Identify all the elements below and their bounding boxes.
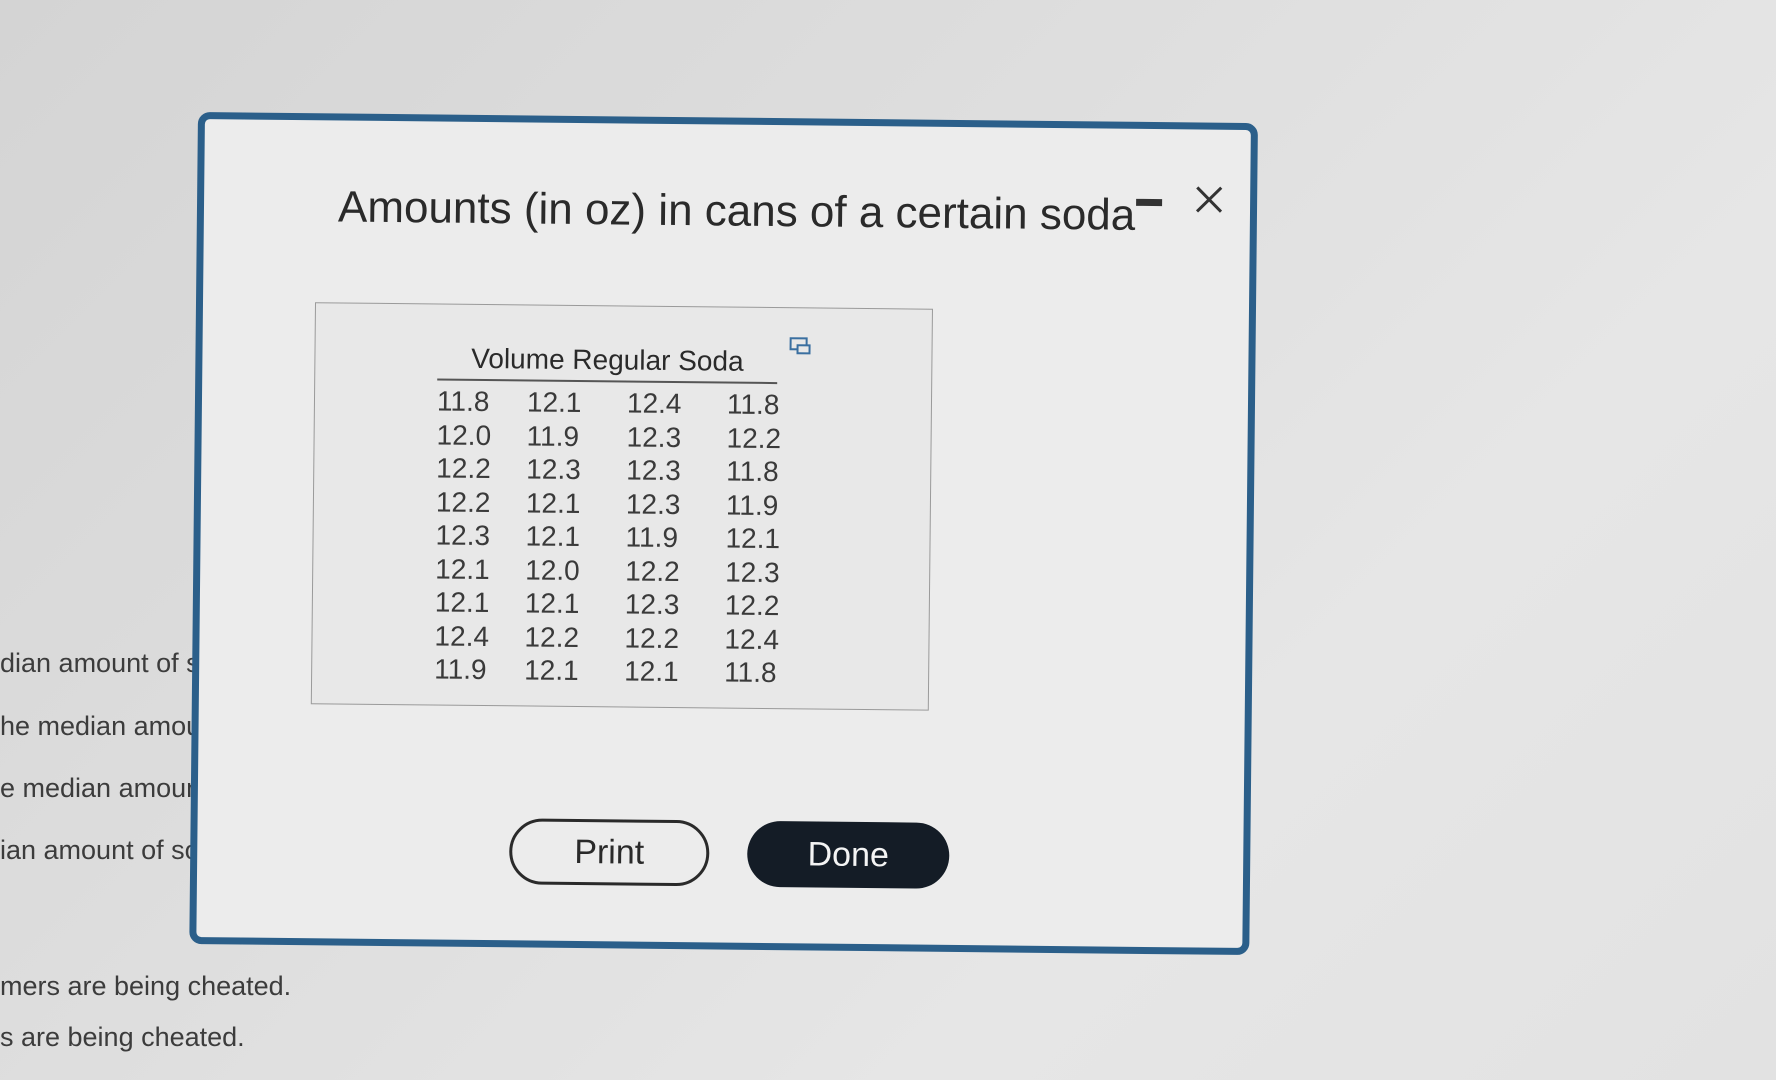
- table-cell: 11.8: [724, 656, 777, 689]
- table-cell: 12.2: [436, 452, 491, 485]
- table-cell: 12.2: [624, 621, 680, 654]
- table-cell: 12.1: [524, 654, 579, 687]
- table-cell: 12.2: [625, 554, 680, 587]
- table-cell: 12.1: [435, 553, 490, 585]
- table-cell: 12.4: [724, 623, 780, 655]
- done-button[interactable]: Done: [746, 820, 950, 889]
- table-cell: 12.3: [625, 488, 681, 520]
- data-dialog: Amounts (in oz) in cans of a certain sod…: [189, 112, 1258, 956]
- table-cell: 12.1: [525, 520, 581, 553]
- table-cell: 12.2: [524, 620, 580, 653]
- table-cell: 12.3: [624, 588, 680, 621]
- table-cell: 12.3: [435, 519, 491, 552]
- table-cell: 11.9: [725, 489, 779, 521]
- table-cell: 12.3: [526, 453, 581, 486]
- table-cell: 12.1: [434, 586, 490, 619]
- table-cell: 12.1: [526, 386, 582, 419]
- expand-icon[interactable]: [788, 336, 812, 356]
- table-cell: 12.1: [524, 587, 580, 620]
- table-cell: 12.1: [525, 486, 581, 519]
- table-cell: 12.0: [525, 553, 580, 586]
- table-cell: 12.2: [726, 422, 782, 454]
- table-cell: 12.0: [436, 419, 492, 451]
- table-cell: 11.8: [726, 455, 779, 488]
- table-cell: 12.3: [725, 556, 780, 588]
- background-text-2: he median amou: [0, 711, 200, 741]
- table-cell: 12.3: [626, 454, 681, 487]
- table-cell: 11.8: [726, 388, 780, 421]
- data-table: 11.8 12.1 12.4 11.8 12.0 11.9 12.3 12.2 12.2 12.3…: [434, 385, 807, 690]
- data-table-container: Volume Regular Soda 11.8 12.1 12.4 11.8 12.0…: [310, 302, 933, 711]
- table-cell: 12.1: [725, 522, 781, 555]
- table-cell: 12.1: [624, 655, 679, 688]
- close-icon[interactable]: [1189, 179, 1229, 219]
- table-cell: 11.8: [436, 385, 490, 418]
- table-cell: 12.2: [724, 589, 780, 622]
- table-cell: 11.9: [625, 521, 679, 554]
- minimize-icon[interactable]: [1136, 198, 1163, 207]
- background-text-6: s are being cheated.: [0, 1022, 245, 1052]
- print-button[interactable]: Print: [508, 818, 710, 887]
- table-cell: 12.4: [626, 387, 682, 420]
- table-cell: 12.3: [626, 421, 682, 453]
- table-cell: 12.2: [435, 486, 491, 518]
- background-text-4: ian amount of so: [0, 835, 200, 865]
- table-cell: 11.9: [526, 419, 580, 452]
- table-cell: 11.9: [434, 653, 487, 686]
- background-text-1: dian amount of s: [0, 648, 200, 678]
- background-text-3: e median amoun: [0, 773, 200, 803]
- table-header: Volume Regular Soda: [437, 342, 778, 385]
- table-cell: 12.4: [434, 620, 490, 652]
- background-text-5: mers are being cheated.: [0, 971, 292, 1001]
- dialog-title: Amounts (in oz) in cans of a certain sod…: [337, 182, 1136, 240]
